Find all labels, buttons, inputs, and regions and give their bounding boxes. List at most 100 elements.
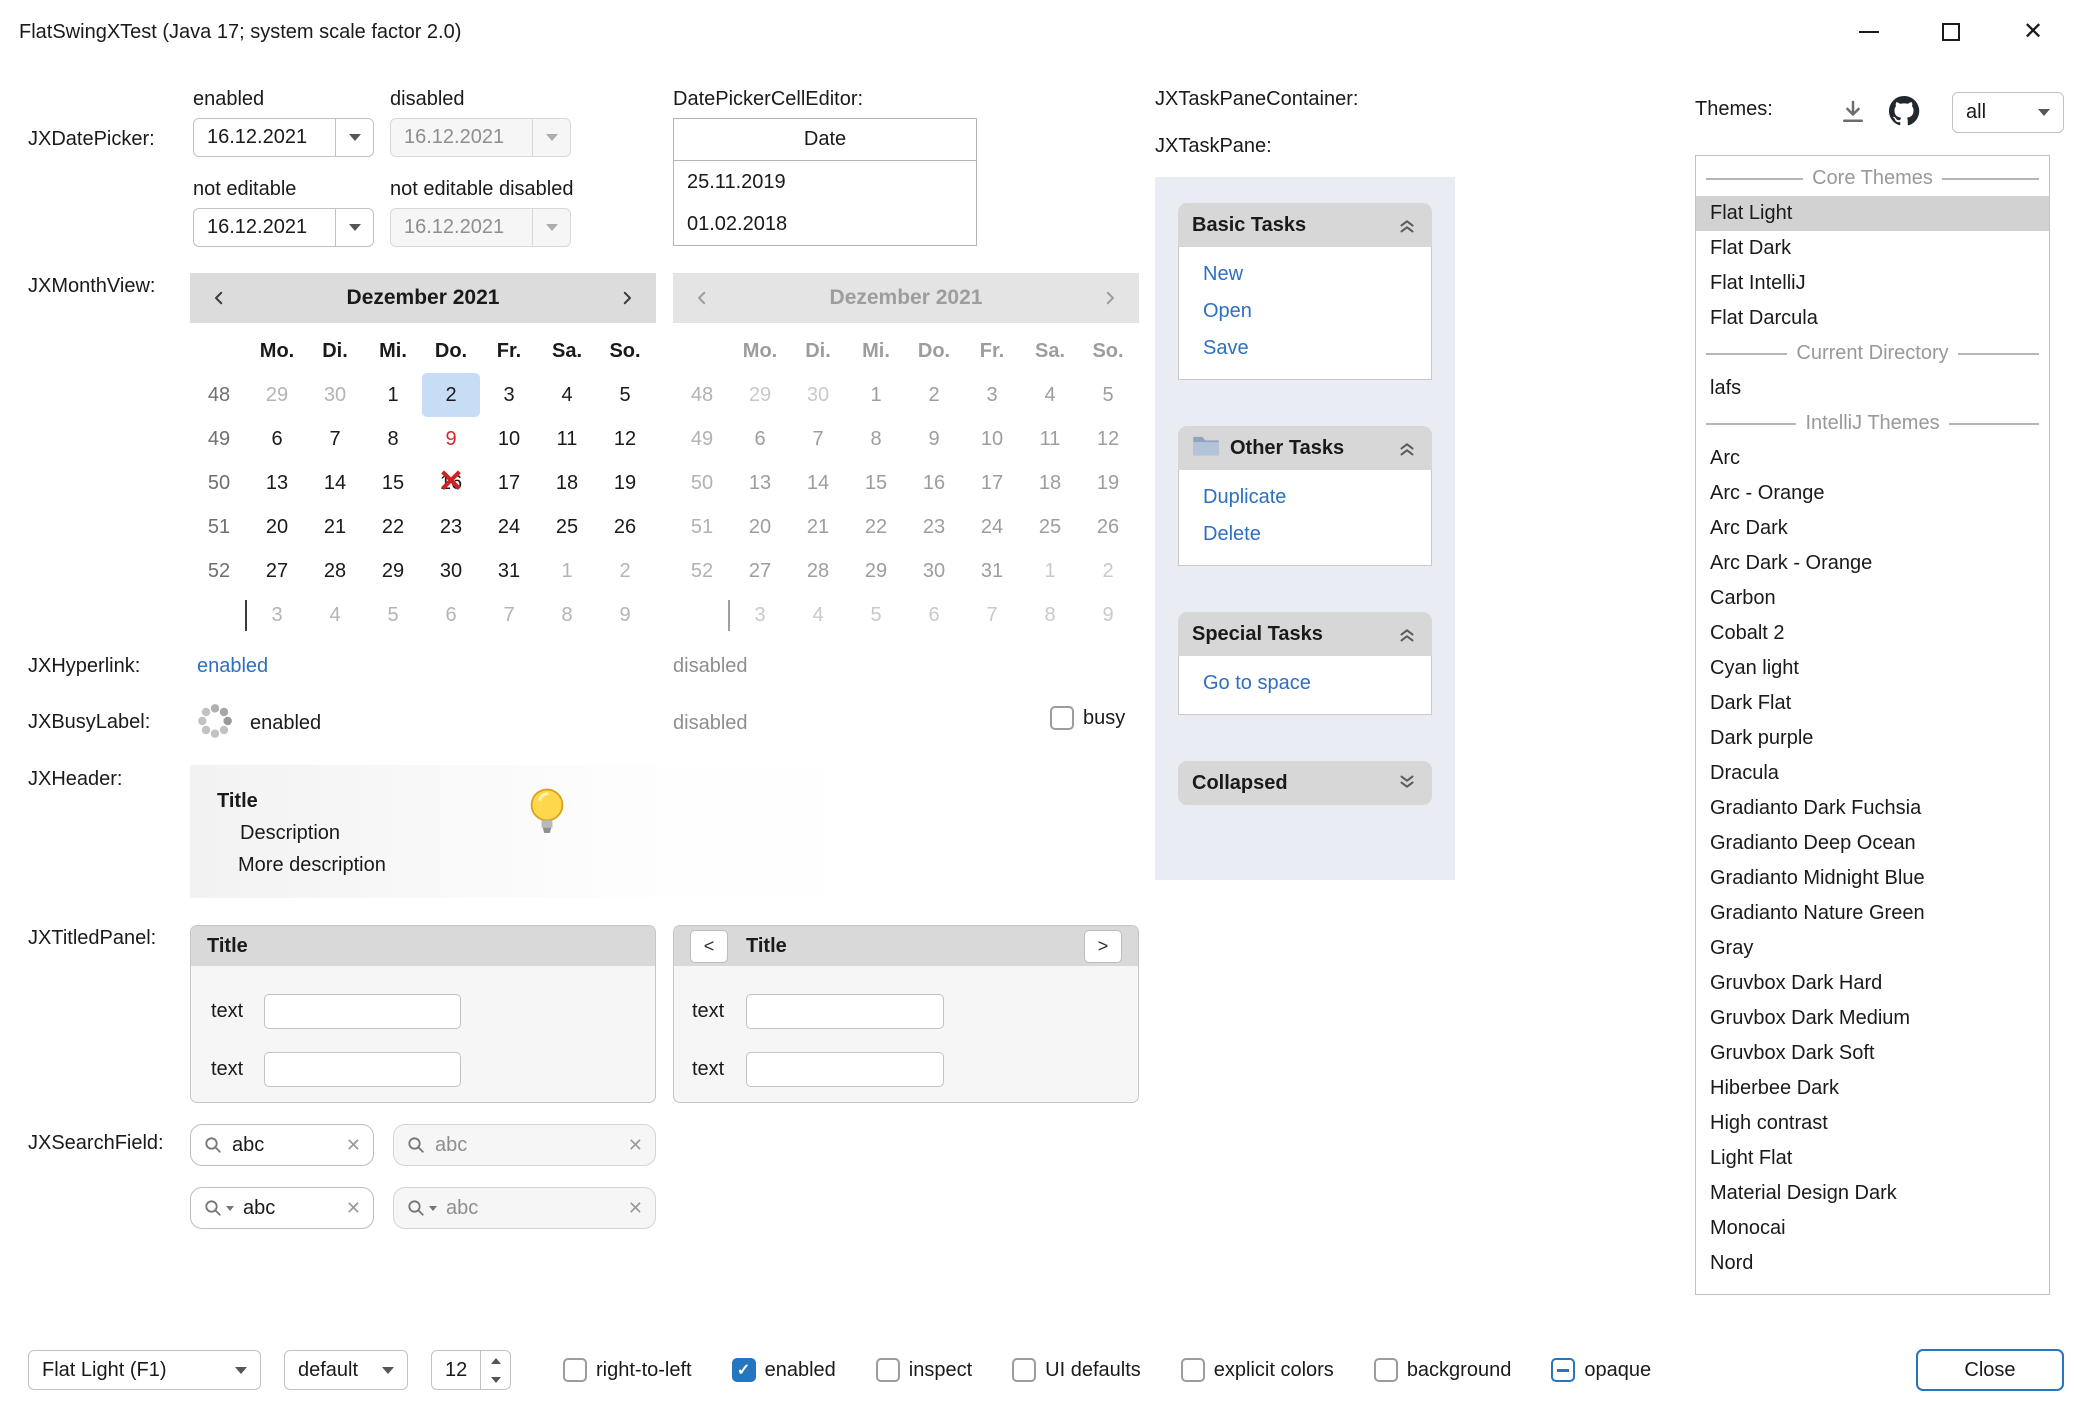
day-cell[interactable]: 12 <box>596 417 654 461</box>
day-cell[interactable]: 1 <box>538 549 596 593</box>
text-input[interactable] <box>264 994 461 1029</box>
theme-item[interactable]: Arc <box>1696 441 2049 476</box>
clear-icon[interactable]: ✕ <box>346 1198 361 1219</box>
theme-item[interactable]: Arc Dark - Orange <box>1696 546 2049 581</box>
day-cell[interactable]: 10 <box>480 417 538 461</box>
day-cell[interactable]: 6 <box>248 417 306 461</box>
theme-item[interactable]: Dracula <box>1696 756 2049 791</box>
day-cell[interactable]: 9 <box>422 417 480 461</box>
theme-item[interactable]: Light Flat <box>1696 1141 2049 1176</box>
theme-item[interactable]: Monocai <box>1696 1211 2049 1246</box>
day-cell[interactable]: 6 <box>422 593 480 637</box>
table-row[interactable]: 25.11.2019 <box>674 161 976 203</box>
day-cell[interactable]: 3 <box>480 373 538 417</box>
checkbox-ui-defaults[interactable]: UI defaults <box>1012 1358 1141 1382</box>
day-cell[interactable]: 20 <box>248 505 306 549</box>
day-cell[interactable]: 31 <box>480 549 538 593</box>
day-cell[interactable]: 16 <box>422 461 480 505</box>
close-button[interactable]: Close <box>1916 1349 2064 1391</box>
theme-item[interactable]: Cyan light <box>1696 651 2049 686</box>
theme-item[interactable]: Dark purple <box>1696 721 2049 756</box>
day-cell[interactable]: 11 <box>538 417 596 461</box>
search-field[interactable]: abc✕ <box>190 1187 374 1229</box>
themes-filter-select[interactable]: all <box>1952 92 2064 133</box>
day-cell[interactable]: 2 <box>422 373 480 417</box>
close-window-button[interactable]: ✕ <box>1992 0 2074 64</box>
search-field[interactable]: abc✕ <box>190 1124 374 1166</box>
day-cell[interactable]: 18 <box>538 461 596 505</box>
taskpane-link[interactable]: Go to space <box>1179 665 1431 702</box>
day-cell[interactable]: 8 <box>364 417 422 461</box>
theme-item[interactable]: Gruvbox Dark Hard <box>1696 966 2049 1001</box>
table-column-header[interactable]: Date <box>674 119 976 161</box>
busy-checkbox[interactable]: busy <box>1050 706 1125 730</box>
day-cell[interactable]: 4 <box>538 373 596 417</box>
spinner-up-button[interactable] <box>481 1351 510 1370</box>
taskpane-header[interactable]: Collapsed <box>1178 761 1432 805</box>
minimize-button[interactable] <box>1828 0 1910 64</box>
day-cell[interactable]: 29 <box>248 373 306 417</box>
day-cell[interactable]: 5 <box>364 593 422 637</box>
theme-item[interactable]: lafs <box>1696 371 2049 406</box>
theme-item[interactable]: Gradianto Deep Ocean <box>1696 826 2049 861</box>
clear-icon[interactable]: ✕ <box>346 1135 361 1156</box>
taskpane-link[interactable]: Duplicate <box>1179 479 1431 516</box>
theme-item[interactable]: Flat Light <box>1696 196 2049 231</box>
day-cell[interactable]: 21 <box>306 505 364 549</box>
day-cell[interactable]: 7 <box>306 417 364 461</box>
day-cell[interactable]: 3 <box>248 593 306 637</box>
next-month-button[interactable] <box>612 283 642 313</box>
download-icon[interactable] <box>1838 97 1868 133</box>
theme-item[interactable]: Gradianto Nature Green <box>1696 896 2049 931</box>
taskpane-link[interactable]: Delete <box>1179 516 1431 553</box>
day-cell[interactable]: 24 <box>480 505 538 549</box>
day-cell[interactable]: 22 <box>364 505 422 549</box>
theme-item[interactable]: High contrast <box>1696 1106 2049 1141</box>
theme-item[interactable]: Gradianto Dark Fuchsia <box>1696 791 2049 826</box>
taskpane-header[interactable]: Special Tasks <box>1178 612 1432 656</box>
day-cell[interactable]: 30 <box>306 373 364 417</box>
checkbox-enabled[interactable]: ✓enabled <box>732 1358 836 1382</box>
day-cell[interactable]: 30 <box>422 549 480 593</box>
table-row[interactable]: 01.02.2018 <box>674 203 976 245</box>
day-cell[interactable]: 7 <box>480 593 538 637</box>
checkbox-background[interactable]: background <box>1374 1358 1512 1382</box>
text-input[interactable] <box>746 994 944 1029</box>
theme-item[interactable]: Gruvbox Dark Medium <box>1696 1001 2049 1036</box>
clear-icon[interactable]: ✕ <box>628 1198 643 1219</box>
datepicker-not-editable[interactable]: 16.12.2021 <box>193 208 374 247</box>
day-cell[interactable]: 23 <box>422 505 480 549</box>
theme-item[interactable]: Flat IntelliJ <box>1696 266 2049 301</box>
day-cell[interactable]: 19 <box>596 461 654 505</box>
day-cell[interactable]: 14 <box>306 461 364 505</box>
chevron-down-icon[interactable] <box>335 119 373 156</box>
day-cell[interactable]: 8 <box>538 593 596 637</box>
clear-icon[interactable]: ✕ <box>628 1135 643 1156</box>
taskpane-header[interactable]: Other Tasks <box>1178 426 1432 470</box>
panel-right-button[interactable]: > <box>1084 930 1122 963</box>
text-input[interactable] <box>746 1052 944 1087</box>
style-select[interactable]: default <box>284 1350 408 1390</box>
checkbox-right-to-left[interactable]: right-to-left <box>563 1358 692 1382</box>
theme-item[interactable]: Arc - Orange <box>1696 476 2049 511</box>
day-cell[interactable]: 27 <box>248 549 306 593</box>
theme-item[interactable]: Flat Darcula <box>1696 301 2049 336</box>
day-cell[interactable]: 2 <box>596 549 654 593</box>
taskpane-link[interactable]: New <box>1179 256 1431 293</box>
laf-select[interactable]: Flat Light (F1) <box>28 1350 261 1390</box>
checkbox-opaque[interactable]: opaque <box>1551 1358 1651 1382</box>
checkbox-inspect[interactable]: inspect <box>876 1358 972 1382</box>
previous-month-button[interactable] <box>204 283 234 313</box>
theme-item[interactable]: Flat Dark <box>1696 231 2049 266</box>
checkbox-explicit-colors[interactable]: explicit colors <box>1181 1358 1334 1382</box>
day-cell[interactable]: 28 <box>306 549 364 593</box>
font-size-spinner[interactable]: 12 <box>431 1350 511 1390</box>
day-cell[interactable]: 15 <box>364 461 422 505</box>
chevron-down-icon[interactable] <box>335 209 373 246</box>
day-cell[interactable]: 1 <box>364 373 422 417</box>
maximize-button[interactable] <box>1910 0 1992 64</box>
spinner-down-button[interactable] <box>481 1370 510 1389</box>
day-cell[interactable]: 29 <box>364 549 422 593</box>
day-cell[interactable]: 25 <box>538 505 596 549</box>
datepicker-enabled[interactable]: 16.12.2021 <box>193 118 374 157</box>
